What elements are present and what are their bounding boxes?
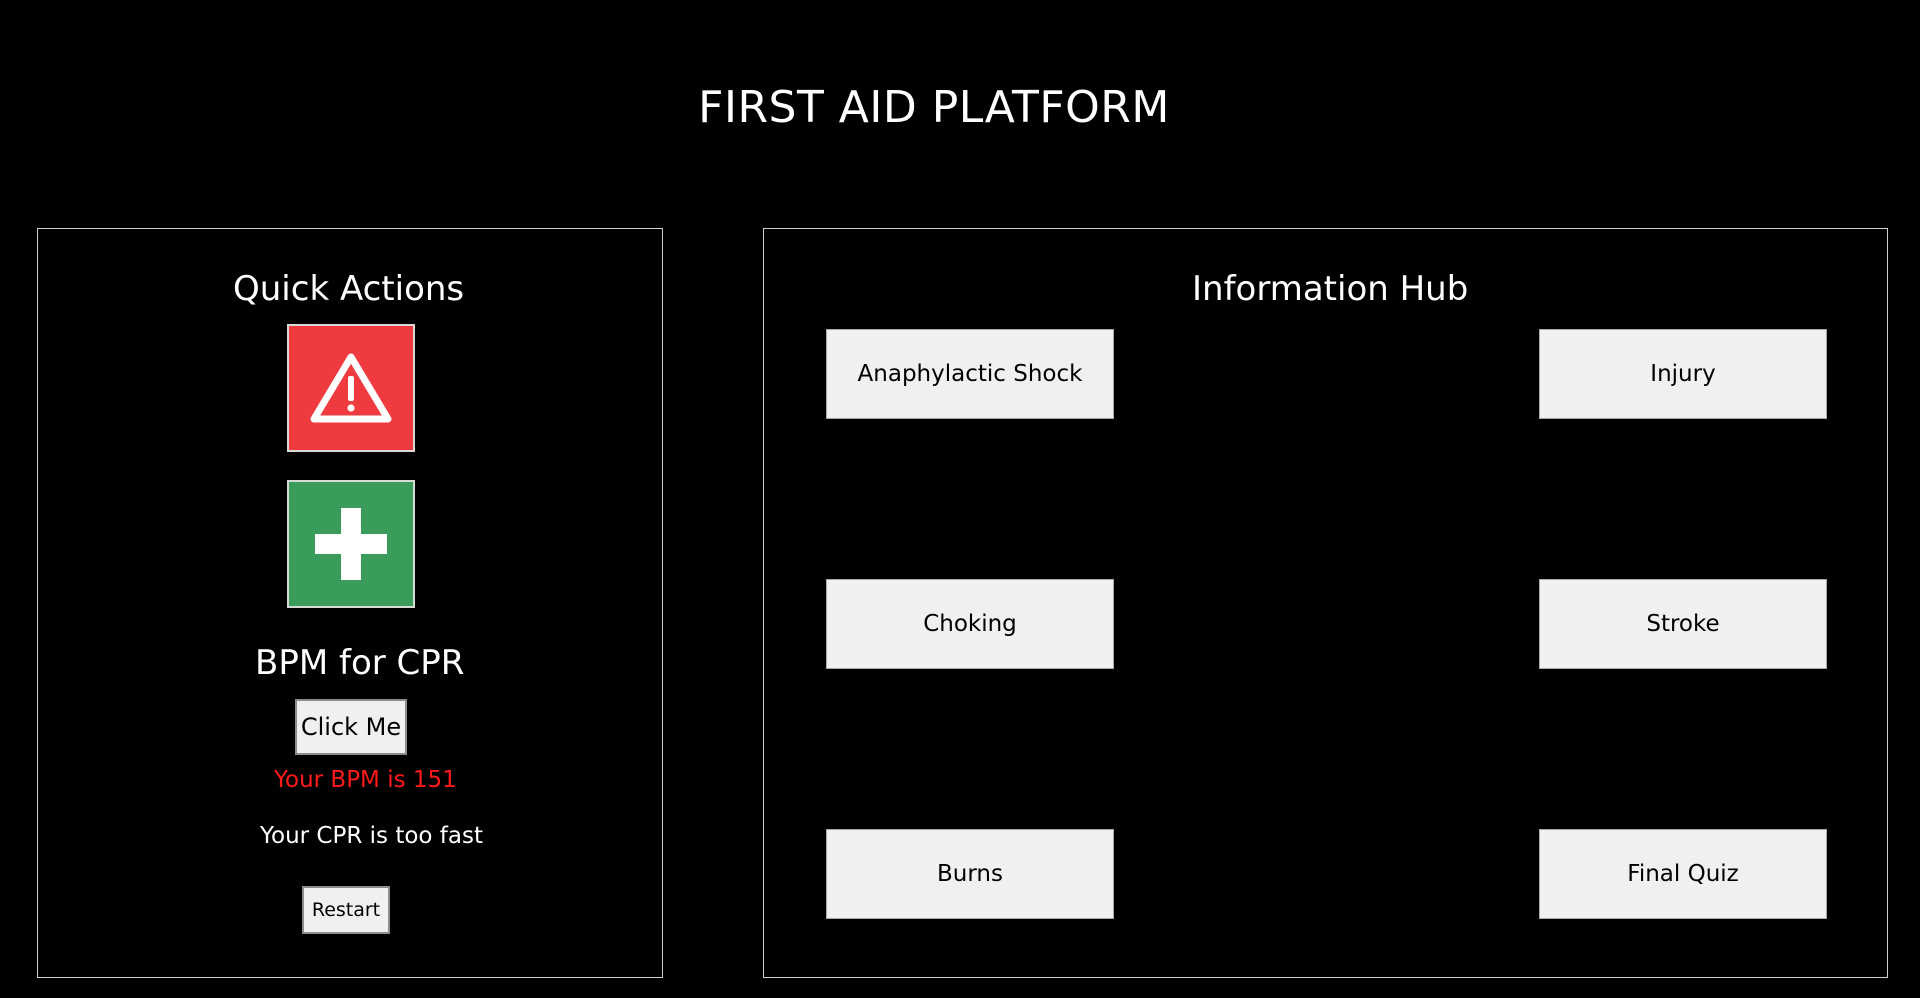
first-aid-button[interactable] (287, 480, 415, 608)
emergency-warning-button[interactable] (287, 324, 415, 452)
bpm-click-button[interactable]: Click Me (295, 699, 407, 755)
bpm-heading: BPM for CPR (255, 643, 465, 683)
topic-stroke-button[interactable]: Stroke (1539, 579, 1827, 669)
first-aid-app: FIRST AID PLATFORM Quick Actions BPM for… (0, 0, 1920, 998)
topic-choking-button[interactable]: Choking (826, 579, 1114, 669)
warning-triangle-icon (310, 353, 392, 423)
quick-actions-panel: Quick Actions BPM for CPR Click Me Your … (37, 228, 663, 978)
plus-cross-icon (315, 508, 387, 580)
app-title: FIRST AID PLATFORM (698, 82, 1170, 133)
information-hub-panel: Information Hub Anaphylactic Shock Injur… (763, 228, 1888, 978)
topic-burns-button[interactable]: Burns (826, 829, 1114, 919)
cpr-status-text: Your CPR is too fast (260, 823, 483, 849)
topic-anaphylactic-shock-button[interactable]: Anaphylactic Shock (826, 329, 1114, 419)
bpm-result-text: Your BPM is 151 (274, 767, 457, 793)
information-hub-title: Information Hub (1192, 269, 1469, 309)
topic-injury-button[interactable]: Injury (1539, 329, 1827, 419)
restart-button[interactable]: Restart (302, 886, 390, 934)
final-quiz-button[interactable]: Final Quiz (1539, 829, 1827, 919)
quick-actions-title: Quick Actions (233, 269, 465, 309)
